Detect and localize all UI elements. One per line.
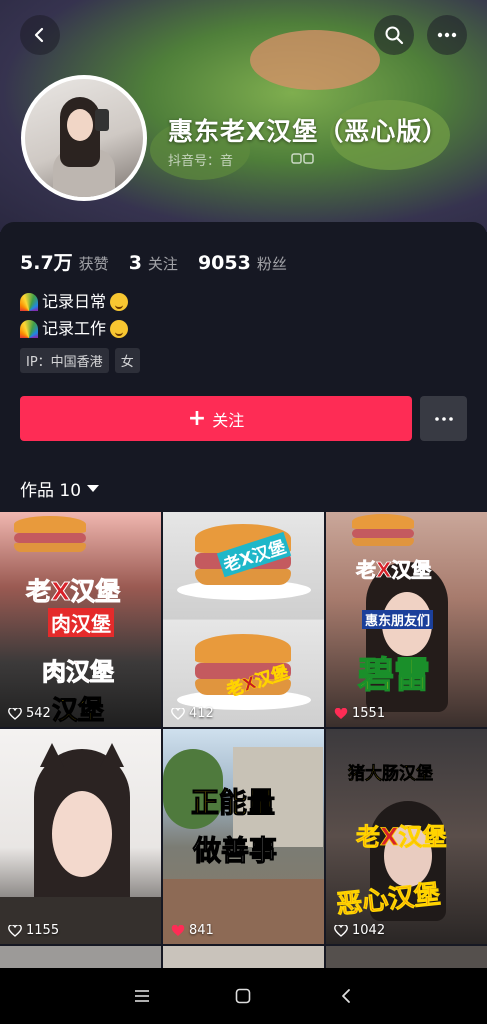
more-actions-button[interactable] [420, 396, 467, 441]
works-label: 作品 10 [20, 481, 82, 501]
heart-icon [8, 924, 22, 937]
profile-tags: IP：中国香港 女 [20, 348, 140, 373]
douyin-id: 抖音号：音 [168, 154, 234, 169]
system-nav-bar [0, 968, 487, 1024]
like-count-text: 1551 [352, 706, 386, 721]
home-button[interactable] [233, 986, 253, 1006]
avatar[interactable] [21, 75, 147, 201]
video-caption: 做善事 [192, 834, 278, 868]
video-caption: 老X汉堡 [356, 558, 432, 583]
video-thumbnail[interactable]: 老X汉堡 肉汉堡 肉汉堡 汉堡 542 [0, 512, 161, 727]
video-caption: 肉汉堡 [42, 658, 115, 687]
like-count: 412 [171, 706, 214, 721]
search-icon [385, 26, 404, 45]
home-square-icon [235, 988, 251, 1004]
like-count-text: 1155 [26, 923, 60, 938]
followers-count[interactable]: 9053 [198, 252, 251, 274]
video-thumbnail[interactable]: 正能量 做善事 841 [163, 729, 324, 944]
video-grid: 老X汉堡 肉汉堡 肉汉堡 汉堡 542 老X汉堡 老X汉堡 412 老X汉堡 惠… [0, 512, 487, 978]
heart-icon [171, 707, 185, 720]
following-label[interactable]: 关注 [148, 253, 178, 274]
video-caption: 正能量 [190, 786, 276, 820]
video-thumbnail[interactable]: 1155 [0, 729, 161, 944]
bio-text: 记录日常 [42, 292, 107, 311]
plus-icon: + [187, 405, 207, 431]
like-count: 1155 [8, 923, 59, 938]
video-thumbnail[interactable]: 猪大肠汉堡 老X汉堡 恶心汉堡 1042 [326, 729, 487, 944]
rainbow-icon [20, 292, 38, 311]
like-count: 1551 [334, 706, 385, 721]
like-count: 1042 [334, 923, 385, 938]
heart-icon [334, 707, 348, 719]
video-caption: 老X汉堡 [356, 823, 447, 852]
more-icon [437, 32, 457, 38]
likes-label: 获赞 [78, 255, 109, 273]
video-caption: 碧雷 [357, 654, 431, 696]
dropdown-icon [87, 485, 100, 492]
menu-icon [135, 990, 149, 1002]
ip-location-tag: IP：中国香港 [20, 348, 109, 373]
like-count-text: 1042 [352, 923, 386, 938]
following-count[interactable]: 3 [129, 252, 142, 274]
followers-label[interactable]: 粉丝 [257, 253, 287, 274]
tongue-emoji-icon [110, 292, 129, 311]
search-button[interactable] [374, 15, 414, 55]
heart-icon [171, 924, 185, 936]
profile-info-panel: 5.7万 获赞 3 关注 9053 粉丝 记录日常 记录工作 IP：中国香港 女… [0, 222, 487, 502]
like-count: 542 [8, 706, 51, 721]
video-caption: 老X汉堡 [25, 577, 121, 607]
heart-icon [8, 707, 22, 720]
video-caption: 惠东朋友们 [362, 610, 434, 629]
more-button[interactable] [427, 15, 467, 55]
system-back-button[interactable] [336, 986, 356, 1006]
video-thumbnail[interactable]: 老X汉堡 老X汉堡 412 [163, 512, 324, 727]
profile-stats: 5.7万 获赞 3 关注 9053 粉丝 [20, 248, 307, 275]
profile-bio: 记录日常 记录工作 [20, 288, 129, 342]
copy-icon[interactable] [289, 150, 317, 166]
rainbow-icon [20, 319, 38, 338]
follow-button[interactable]: + 关注 [20, 396, 412, 441]
video-caption: 猪大肠汉堡 [348, 764, 434, 785]
like-count-text: 542 [26, 706, 51, 721]
video-caption: 汉堡 [51, 696, 105, 727]
follow-label: 关注 [212, 410, 245, 430]
gender-tag: 女 [114, 348, 140, 373]
back-button[interactable] [20, 15, 60, 55]
menu-button[interactable] [132, 986, 152, 1006]
like-count-text: 841 [189, 923, 214, 938]
like-count: 841 [171, 923, 214, 938]
works-tab[interactable]: 作品 10 [20, 476, 100, 501]
profile-nickname: 惠东老X汉堡（恶心版） [168, 117, 449, 146]
bio-text: 记录工作 [42, 319, 107, 338]
heart-icon [334, 924, 348, 937]
more-icon [434, 416, 453, 421]
video-caption: 肉汉堡 [48, 608, 114, 637]
back-icon [34, 27, 44, 43]
like-count-text: 412 [189, 706, 214, 721]
bio-line: 记录工作 [20, 315, 129, 342]
smile-emoji-icon [110, 319, 129, 338]
video-thumbnail[interactable]: 老X汉堡 惠东朋友们 碧雷 1551 [326, 512, 487, 727]
likes-count: 5.7万 [20, 252, 73, 274]
bio-line: 记录日常 [20, 288, 129, 315]
back-triangle-icon [342, 989, 350, 1003]
